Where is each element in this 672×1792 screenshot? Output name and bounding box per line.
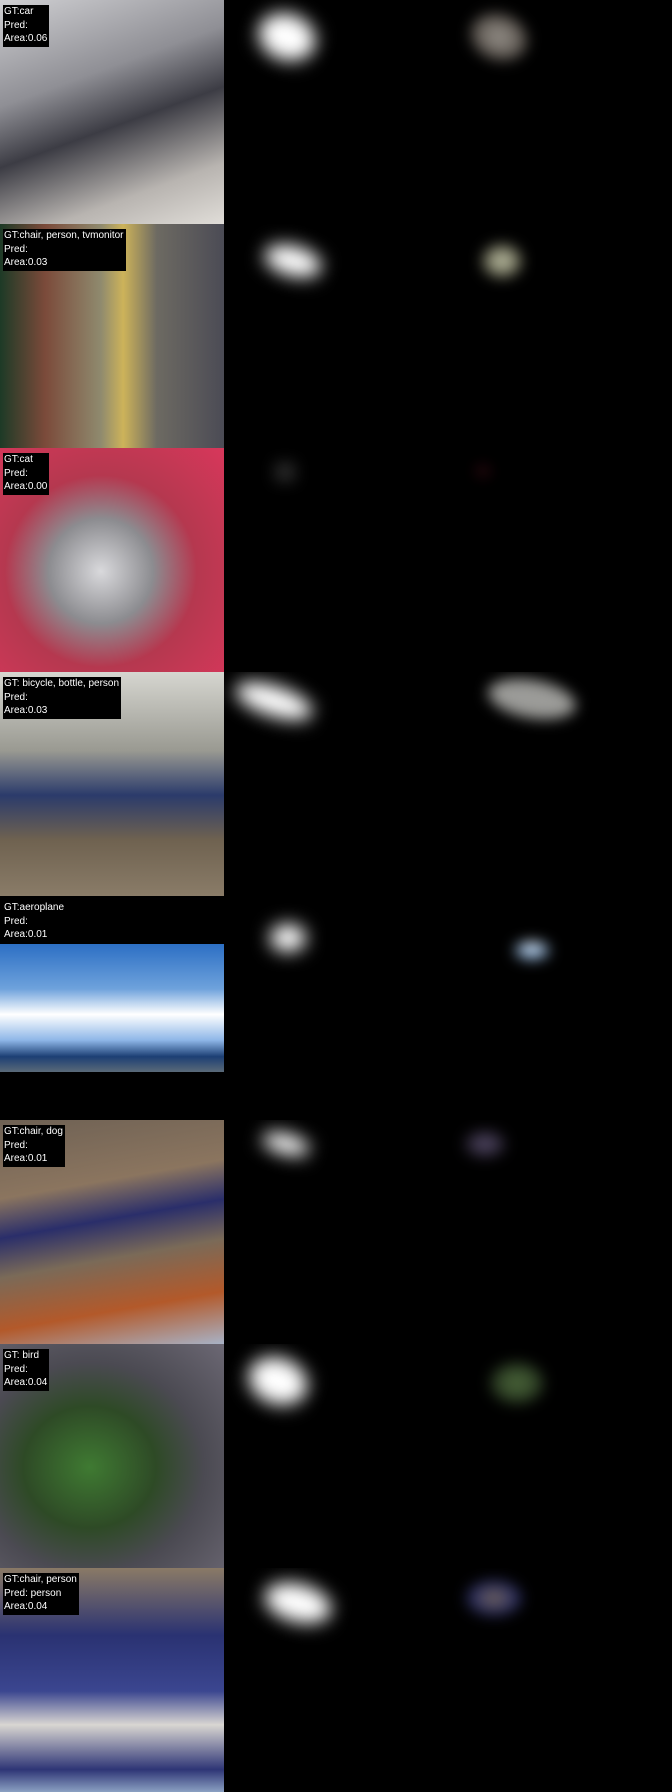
saliency-map-cell [224,896,448,1120]
area-label: Area:0.01 [4,1153,48,1164]
saliency-blob [261,239,325,283]
input-image-cell: GT:chair, person, tvmonitor Pred: Area:0… [0,224,224,448]
masked-image-cell [448,672,672,896]
image-caption: GT:chair, person, tvmonitor Pred: Area:0… [3,229,126,271]
masked-image-cell [448,224,672,448]
area-label: Area:0.04 [4,1377,48,1388]
masked-image-cell [448,0,672,224]
image-caption: GT:car Pred: Area:0.06 [3,5,50,47]
gt-label: GT:chair, person [4,1574,77,1585]
input-photo [0,944,224,1072]
gt-label: GT:cat [4,454,33,465]
input-image-cell: GT:aeroplane Pred: Area:0.01 [0,896,224,1120]
area-label: Area:0.06 [4,33,48,44]
gt-label: GT:chair, person, tvmonitor [4,230,124,241]
pred-label: Pred: [4,691,28,703]
masked-image-cell [448,448,672,672]
result-row: GT:chair, person, tvmonitor Pred: Area:0… [0,224,672,448]
masked-region [482,244,522,278]
masked-image-cell [448,1344,672,1568]
pred-label: Pred: [4,467,28,479]
masked-image-cell [448,1568,672,1792]
masked-image-cell [448,1120,672,1344]
masked-region [514,942,550,960]
pred-label: Pred: [4,19,28,31]
gt-label: GT:aeroplane [4,902,65,913]
saliency-map-cell [224,1568,448,1792]
saliency-blob [241,1349,315,1413]
input-image-cell: GT: bicycle, bottle, person Pred: Area:0… [0,672,224,896]
input-image-cell: GT:car Pred: Area:0.06 [0,0,224,224]
masked-region [490,1362,544,1404]
area-label: Area:0.04 [4,1601,48,1612]
saliency-map-cell [224,224,448,448]
image-caption: GT: bicycle, bottle, person Pred: Area:0… [3,677,122,719]
input-image-cell: GT:cat Pred: Area:0.00 [0,448,224,672]
masked-region [466,1580,522,1616]
masked-image-cell [448,896,672,1120]
gt-label: GT:chair, dog [4,1126,63,1137]
result-row: GT:chair, dog Pred: Area:0.01 [0,1120,672,1344]
pred-label: Pred: [4,1363,28,1375]
image-caption: GT:chair, dog Pred: Area:0.01 [3,1125,65,1167]
saliency-map-cell [224,0,448,224]
gt-label: GT:car [4,6,34,17]
result-row: GT:cat Pred: Area:0.00 [0,448,672,672]
image-caption: GT:aeroplane Pred: Area:0.01 [3,901,67,943]
saliency-map-cell [224,448,448,672]
saliency-blob [231,674,317,728]
input-image-cell: GT: bird Pred: Area:0.04 [0,1344,224,1568]
masked-region [464,1130,506,1158]
pred-label: Pred: person [4,1587,62,1599]
gt-label: GT: bicycle, bottle, person [4,678,120,689]
saliency-blob [260,1128,312,1160]
result-row: GT: bicycle, bottle, person Pred: Area:0… [0,672,672,896]
pred-label: Pred: [4,1139,28,1151]
image-caption: GT:cat Pred: Area:0.00 [3,453,50,495]
gt-label: GT: bird [4,1350,40,1361]
input-image-cell: GT:chair, person Pred: person Area:0.04 [0,1568,224,1792]
input-image-cell: GT:chair, dog Pred: Area:0.01 [0,1120,224,1344]
masked-region [476,466,490,476]
result-row: GT:car Pred: Area:0.06 [0,0,672,224]
result-row: GT:aeroplane Pred: Area:0.01 [0,896,672,1120]
saliency-blob [251,5,323,69]
image-caption: GT:chair, person Pred: person Area:0.04 [3,1573,79,1615]
pred-label: Pred: [4,243,28,255]
saliency-blob [270,924,306,952]
result-row: GT:chair, person Pred: person Area:0.04 [0,1568,672,1792]
masked-region [463,5,535,69]
pred-label: Pred: [4,915,28,927]
area-label: Area:0.03 [4,705,48,716]
masked-region [485,672,579,726]
saliency-blob [260,1575,336,1631]
saliency-map-cell [224,672,448,896]
area-label: Area:0.00 [4,481,48,492]
image-caption: GT: bird Pred: Area:0.04 [3,1349,50,1391]
area-label: Area:0.01 [4,929,48,940]
area-label: Area:0.03 [4,257,48,268]
saliency-blob [278,466,292,478]
saliency-map-cell [224,1120,448,1344]
saliency-map-cell [224,1344,448,1568]
result-row: GT: bird Pred: Area:0.04 [0,1344,672,1568]
